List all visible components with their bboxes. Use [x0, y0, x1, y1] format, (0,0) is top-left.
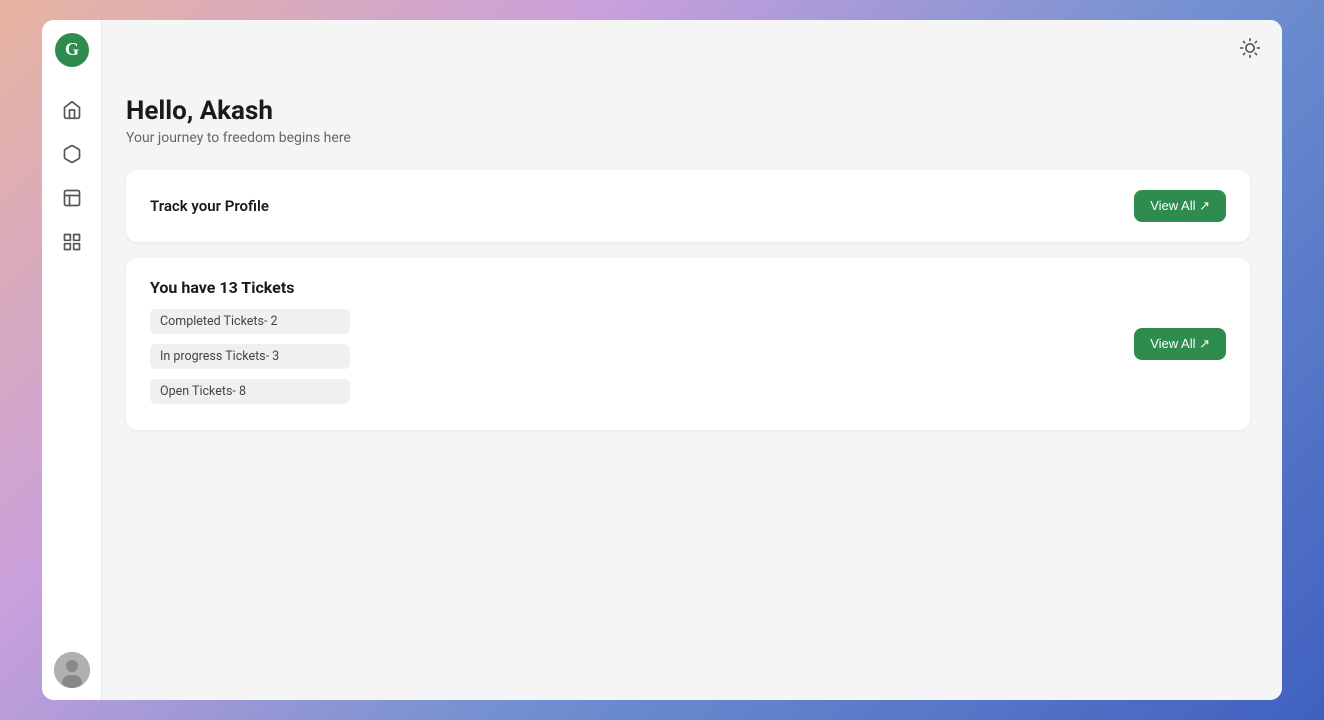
tickets-view-all-button[interactable]: View All ↗ [1134, 328, 1226, 360]
user-avatar-container[interactable] [54, 652, 90, 688]
tickets-summary-section: You have 13 Tickets Completed Tickets- 2… [150, 278, 350, 410]
profile-card: Track your Profile View All ↗ [126, 170, 1250, 242]
profile-card-header: Track your Profile View All ↗ [150, 190, 1226, 222]
theme-toggle-button[interactable] [1234, 32, 1266, 64]
greeting-subtitle: Your journey to freedom begins here [126, 130, 1250, 146]
app-logo: G [54, 32, 90, 68]
content-area: Hello, Akash Your journey to freedom beg… [102, 76, 1282, 700]
svg-text:G: G [64, 39, 78, 59]
app-window: G [42, 20, 1282, 700]
tickets-card-header: You have 13 Tickets Completed Tickets- 2… [150, 278, 1226, 410]
tickets-card: You have 13 Tickets Completed Tickets- 2… [126, 258, 1250, 430]
ticket-status-item: Open Tickets- 8 [150, 379, 350, 404]
main-content: Hello, Akash Your journey to freedom beg… [102, 20, 1282, 700]
tickets-summary: You have 13 Tickets [150, 278, 350, 297]
ticket-status-item: Completed Tickets- 2 [150, 309, 350, 334]
top-header [102, 20, 1282, 76]
sidebar-item-grid[interactable] [54, 224, 90, 260]
sidebar-item-box[interactable] [54, 136, 90, 172]
profile-view-all-button[interactable]: View All ↗ [1134, 190, 1226, 222]
sidebar: G [42, 20, 102, 700]
profile-card-title: Track your Profile [150, 197, 269, 215]
avatar [54, 652, 90, 688]
ticket-status-item: In progress Tickets- 3 [150, 344, 350, 369]
ticket-statuses-list: Completed Tickets- 2 In progress Tickets-… [150, 309, 350, 410]
greeting-title: Hello, Akash [126, 96, 1250, 126]
sidebar-item-document[interactable] [54, 180, 90, 216]
sidebar-item-home[interactable] [54, 92, 90, 128]
